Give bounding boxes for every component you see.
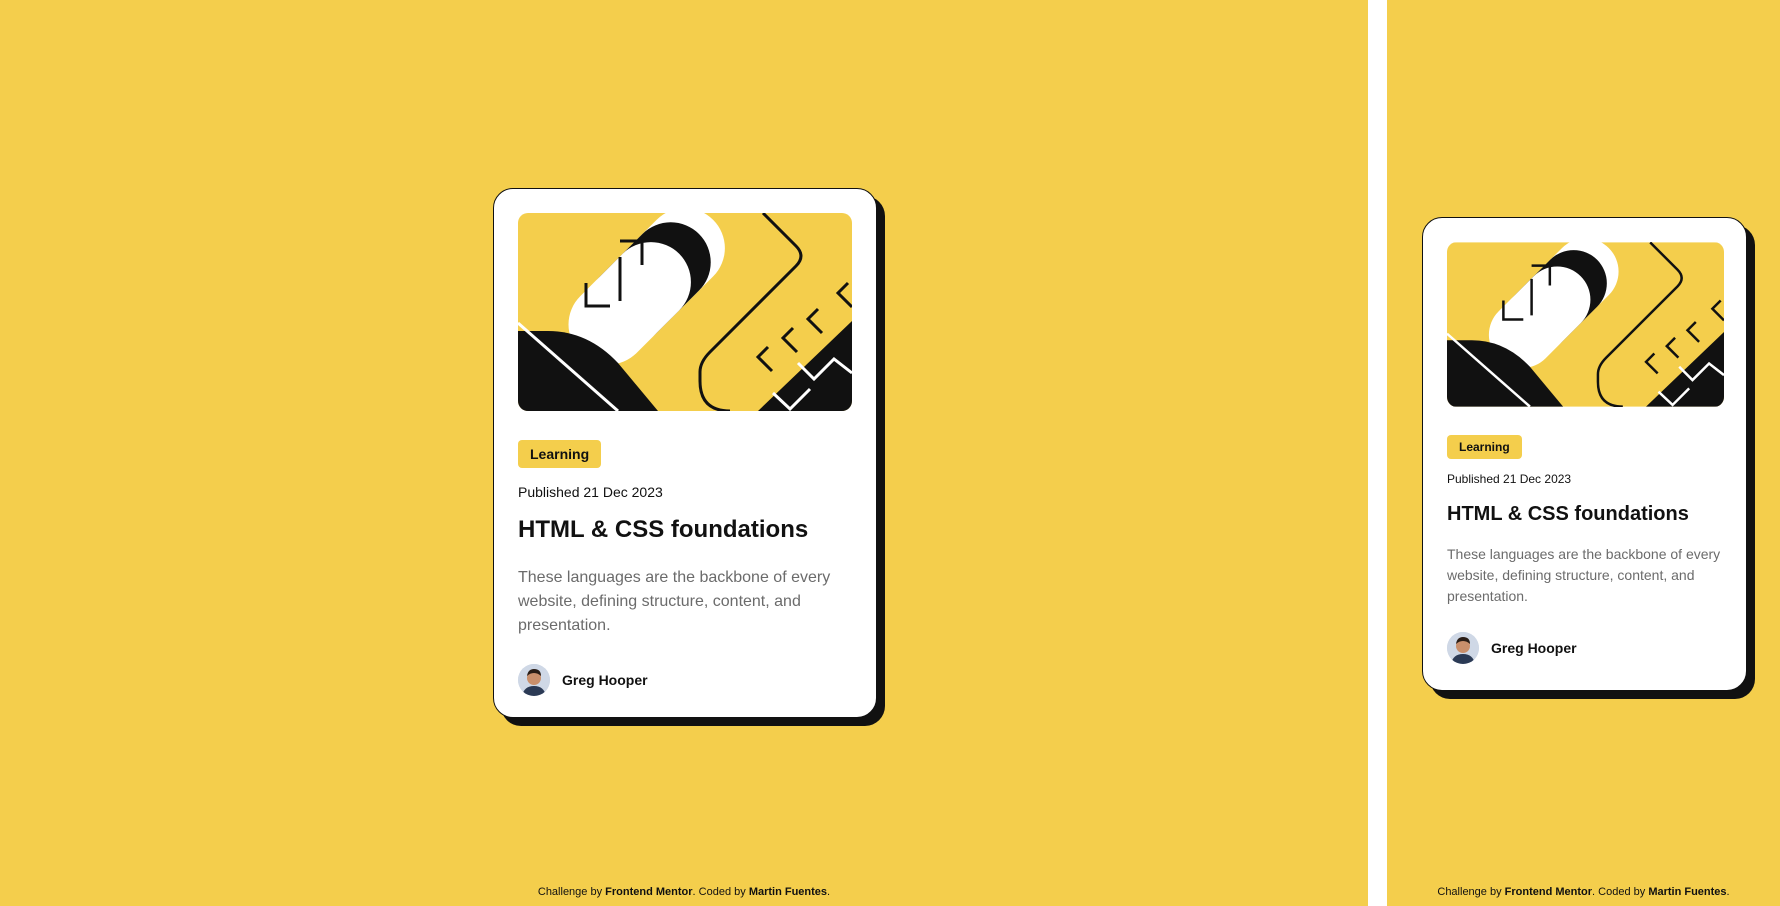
author-row: Greg Hooper: [518, 664, 852, 696]
author-name: Greg Hooper: [1491, 640, 1577, 656]
card-description: These languages are the backbone of ever…: [1447, 546, 1721, 604]
author-row: Greg Hooper: [1447, 632, 1722, 664]
avatar: [518, 664, 550, 696]
hero-illustration: [518, 213, 852, 411]
attribution-suffix: .: [1726, 886, 1730, 898]
avatar: [1447, 632, 1479, 664]
frontend-mentor-link[interactable]: Frontend Mentor: [1505, 886, 1592, 898]
category-tag[interactable]: Learning: [518, 440, 602, 468]
abstract-illustration-icon: [1447, 242, 1724, 407]
attribution-middle: . Coded by: [1592, 886, 1649, 898]
attribution: Challenge by Frontend Mentor. Coded by M…: [0, 886, 1368, 898]
abstract-illustration-icon: [518, 213, 852, 411]
author-avatar-icon: [1447, 632, 1479, 664]
attribution-prefix: Challenge by: [537, 886, 606, 898]
publish-date: Published 21 Dec 2023: [1447, 472, 1572, 486]
desktop-preview: Learning Published 21 Dec 2023 HTML & CS…: [0, 0, 1368, 906]
author-avatar-icon: [518, 664, 550, 696]
frontend-mentor-link[interactable]: Frontend Mentor: [605, 886, 692, 898]
category-tag[interactable]: Learning: [1447, 435, 1522, 459]
card-description: These languages are the backbone of ever…: [518, 569, 831, 634]
hero-illustration: [1447, 242, 1724, 407]
card-title[interactable]: HTML & CSS foundations: [518, 516, 852, 544]
attribution-prefix: Challenge by: [1437, 886, 1505, 898]
blog-card: Learning Published 21 Dec 2023 HTML & CS…: [493, 188, 877, 718]
author-name: Greg Hooper: [562, 672, 648, 688]
attribution: Challenge by Frontend Mentor. Coded by M…: [1387, 886, 1780, 898]
author-link[interactable]: Martin Fuentes: [749, 886, 827, 898]
attribution-suffix: .: [827, 886, 831, 898]
blog-card: Learning Published 21 Dec 2023 HTML & CS…: [1422, 217, 1747, 691]
mobile-preview: Learning Published 21 Dec 2023 HTML & CS…: [1387, 0, 1780, 906]
card-title[interactable]: HTML & CSS foundations: [1447, 503, 1722, 526]
publish-date: Published 21 Dec 2023: [518, 484, 663, 500]
attribution-middle: . Coded by: [692, 886, 749, 898]
author-link[interactable]: Martin Fuentes: [1648, 886, 1726, 898]
